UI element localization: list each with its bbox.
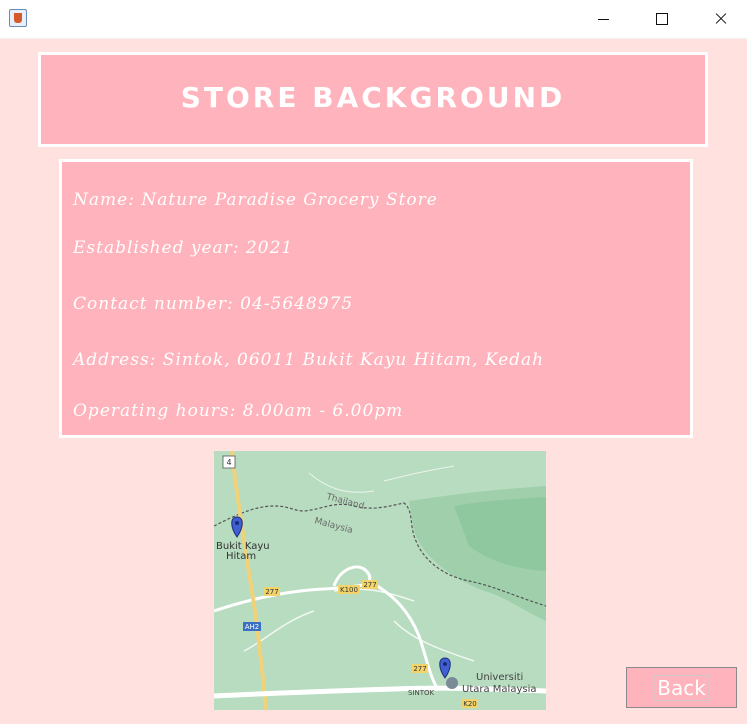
route-277-label-b: 277: [363, 581, 376, 589]
maximize-icon[interactable]: [638, 0, 684, 38]
route-4-label: 4: [226, 458, 231, 467]
store-name: Name: Nature Paradise Grocery Store: [73, 190, 438, 210]
route-k100-label: K100: [340, 586, 358, 594]
route-277-label-a: 277: [265, 588, 278, 596]
store-info-panel: Name: Nature Paradise Grocery Store Esta…: [59, 159, 693, 438]
close-icon[interactable]: [697, 0, 743, 38]
route-k20-label: K20: [463, 700, 477, 708]
java-app-icon: [9, 9, 27, 27]
universiti-label: Universiti: [476, 672, 523, 683]
map-image: 4 Thailand Malaysia Bukit Kayu Hitam 277…: [214, 451, 546, 710]
title-bar: [0, 0, 747, 39]
back-button[interactable]: Back: [626, 667, 737, 708]
page-title: STORE BACKGROUND: [180, 81, 566, 114]
hitam-label: Hitam: [226, 551, 256, 562]
header-panel: STORE BACKGROUND: [38, 52, 708, 147]
minimize-icon[interactable]: [580, 0, 626, 38]
established-year: Established year: 2021: [73, 238, 294, 258]
back-button-label: Back: [654, 674, 709, 701]
sintok-label: SINTOK: [408, 689, 435, 697]
operating-hours: Operating hours: 8.00am - 6.00pm: [73, 401, 404, 421]
utara-malaysia-label: Utara Malaysia: [462, 684, 536, 695]
route-ah2-label: AH2: [245, 623, 260, 631]
location-map: 4 Thailand Malaysia Bukit Kayu Hitam 277…: [214, 451, 546, 710]
contact-number: Contact number: 04-5648975: [73, 294, 354, 314]
university-icon: [446, 677, 458, 689]
route-277-label-c: 277: [413, 665, 426, 673]
address: Address: Sintok, 06011 Bukit Kayu Hitam,…: [73, 350, 545, 370]
